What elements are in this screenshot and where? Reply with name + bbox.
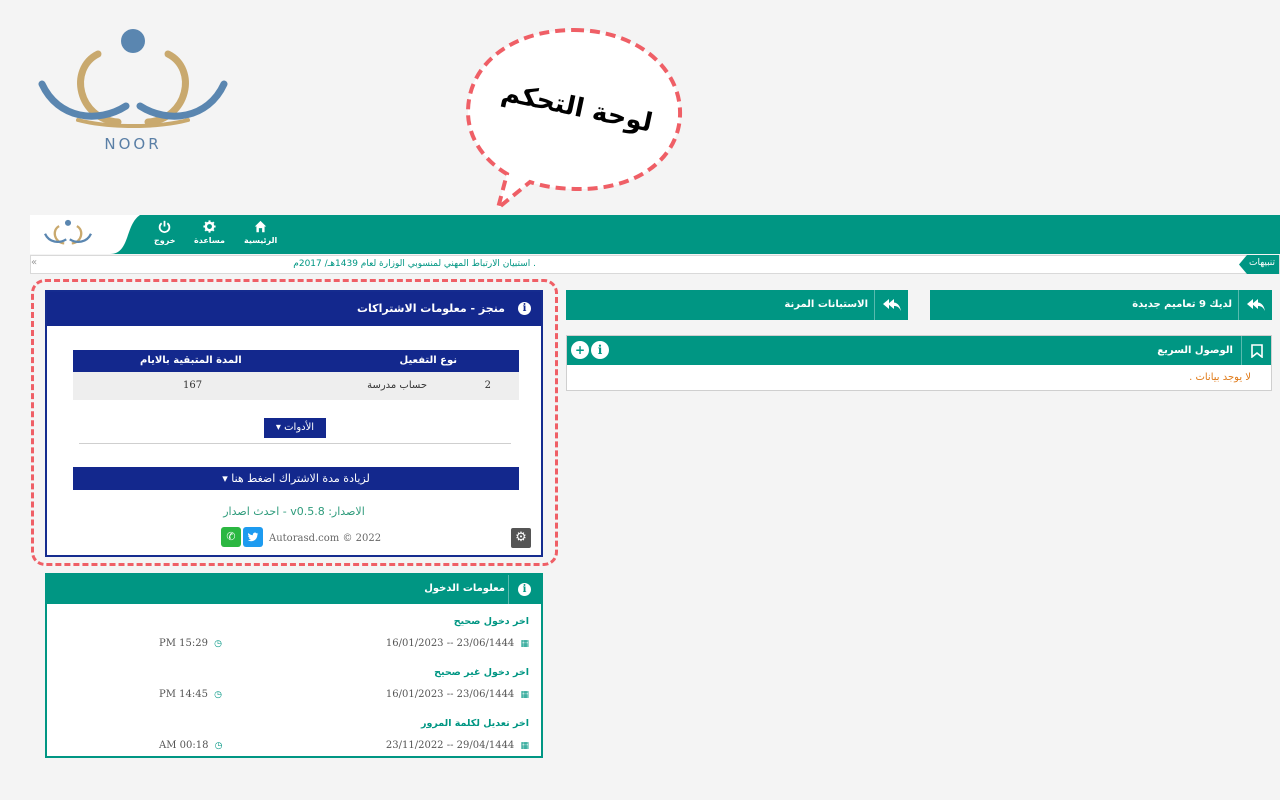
extend-subscription-button[interactable]: ▾ لزيادة مدة الاشتراك اضغط هنا <box>73 467 519 490</box>
copyright-text[interactable]: Autorasd.com © 2022 <box>269 533 381 544</box>
login-time: AM 00:18 <box>159 740 209 751</box>
nav-logout-label: خروج <box>154 236 176 245</box>
flexible-surveys-label: الاستبانات المرنة <box>784 299 868 310</box>
power-icon <box>159 220 171 233</box>
list-item: PM 14:45 ◷ <box>159 689 222 700</box>
row-days: 167 <box>183 380 203 391</box>
extend-label: لزيادة مدة الاشتراك اضغط هنا <box>231 472 370 485</box>
last-password-change-label: اخر تعديل لكلمة المرور <box>421 718 529 729</box>
ticker-tab[interactable]: تنبيهات <box>1238 255 1279 274</box>
table-header: نوع التفعيل المدة المتبقية بالايام <box>73 350 519 372</box>
list-item: AM 00:18 ◷ <box>159 740 223 751</box>
nav-logout[interactable]: خروج <box>154 220 175 245</box>
caret-down-icon: ▾ <box>275 422 281 433</box>
version-label: الاصدار: v0.5.8 - احدث اصدار <box>223 505 365 518</box>
top-navigation-bar: الرئيسية مساعدة خروج <box>30 215 1280 254</box>
tools-dropdown-button[interactable]: ▾ الأدوات <box>264 418 326 438</box>
list-item: PM 15:29 ◷ <box>159 638 222 649</box>
flexible-surveys-button[interactable]: الاستبانات المرنة <box>566 290 908 320</box>
caret-down-icon: ▾ <box>222 472 228 485</box>
nav-help[interactable]: مساعدة <box>194 220 225 245</box>
quick-access-panel: الوصول السريع + i لا يوجد بيانات . <box>566 335 1272 391</box>
nav-home-label: الرئيسية <box>244 236 278 245</box>
no-data-message: لا يوجد بيانات . <box>1189 372 1251 383</box>
column-header-type: نوع التفعيل <box>399 355 457 366</box>
nav-help-label: مساعدة <box>194 236 225 245</box>
tools-label: الأدوات <box>284 422 315 433</box>
login-date: 23/11/2022 -- 29/04/1444 <box>385 740 515 751</box>
home-icon <box>254 220 267 233</box>
gear-icon <box>203 220 216 233</box>
header-divider <box>508 575 509 604</box>
clock-icon: ◷ <box>214 639 223 649</box>
quick-access-title: الوصول السريع <box>1157 345 1233 356</box>
add-icon[interactable]: + <box>571 341 589 359</box>
table-row: 2 حساب مدرسة 167 <box>73 372 519 400</box>
list-item: 23/11/2022 -- 29/04/1444 ▦ <box>386 740 529 751</box>
calendar-icon: ▦ <box>520 639 529 649</box>
bookmark-icon <box>1241 336 1271 365</box>
new-circulars-label: لديك 9 تعاميم جديدة <box>1132 299 1232 310</box>
login-time: PM 15:29 <box>159 638 208 649</box>
info-icon: i <box>518 302 531 315</box>
reply-all-icon <box>874 290 908 320</box>
calendar-icon: ▦ <box>520 690 529 700</box>
quick-access-header: الوصول السريع + i <box>567 336 1271 365</box>
list-item: 16/01/2023 -- 23/06/1444 ▦ <box>386 638 529 649</box>
clock-icon: ◷ <box>214 741 223 751</box>
divider <box>79 443 511 444</box>
logo-text: NOOR <box>104 135 162 153</box>
settings-gear-icon[interactable]: ⚙ <box>511 528 531 548</box>
subscription-panel-header: i منجز - معلومات الاشتراكات <box>47 292 541 326</box>
last-invalid-login-label: اخر دخول غير صحيح <box>434 667 529 678</box>
login-date: 16/01/2023 -- 23/06/1444 <box>385 689 515 700</box>
nav-home[interactable]: الرئيسية <box>244 220 277 245</box>
list-item: 16/01/2023 -- 23/06/1444 ▦ <box>386 689 529 700</box>
column-header-days: المدة المتبقية بالايام <box>140 355 242 366</box>
login-time: PM 14:45 <box>159 689 208 700</box>
twitter-icon[interactable] <box>243 527 263 547</box>
info-icon: i <box>518 583 531 596</box>
new-circulars-button[interactable]: لديك 9 تعاميم جديدة <box>930 290 1272 320</box>
news-ticker: « . استبيان الارتباط المهني لمنسوبي الوز… <box>30 255 1280 274</box>
topbar-noor-logo[interactable] <box>44 218 92 252</box>
row-index: 2 <box>484 380 491 391</box>
double-chevron-left-icon[interactable]: « <box>31 257 41 268</box>
login-date: 16/01/2023 -- 23/06/1444 <box>385 638 515 649</box>
whatsapp-icon[interactable]: ✆ <box>221 527 241 547</box>
last-valid-login-label: اخر دخول صحيح <box>453 616 529 627</box>
login-info-title: معلومات الدخول <box>424 583 505 594</box>
noor-logo: NOOR <box>38 24 228 156</box>
ticker-text[interactable]: . استبيان الارتباط المهني لمنسوبي الوزار… <box>293 259 536 269</box>
calendar-icon: ▦ <box>520 741 529 751</box>
subscription-panel: i منجز - معلومات الاشتراكات نوع التفعيل … <box>45 290 543 557</box>
login-info-panel: i معلومات الدخول اخر دخول صحيح 16/01/202… <box>45 573 543 758</box>
reply-all-icon <box>1238 290 1272 320</box>
row-type: حساب مدرسة <box>367 380 427 391</box>
subscription-table: نوع التفعيل المدة المتبقية بالايام 2 حسا… <box>73 350 519 400</box>
subscription-title: منجز - معلومات الاشتراكات <box>357 302 505 315</box>
login-info-header: i معلومات الدخول <box>47 575 541 604</box>
clock-icon: ◷ <box>214 690 223 700</box>
info-icon[interactable]: i <box>591 341 609 359</box>
